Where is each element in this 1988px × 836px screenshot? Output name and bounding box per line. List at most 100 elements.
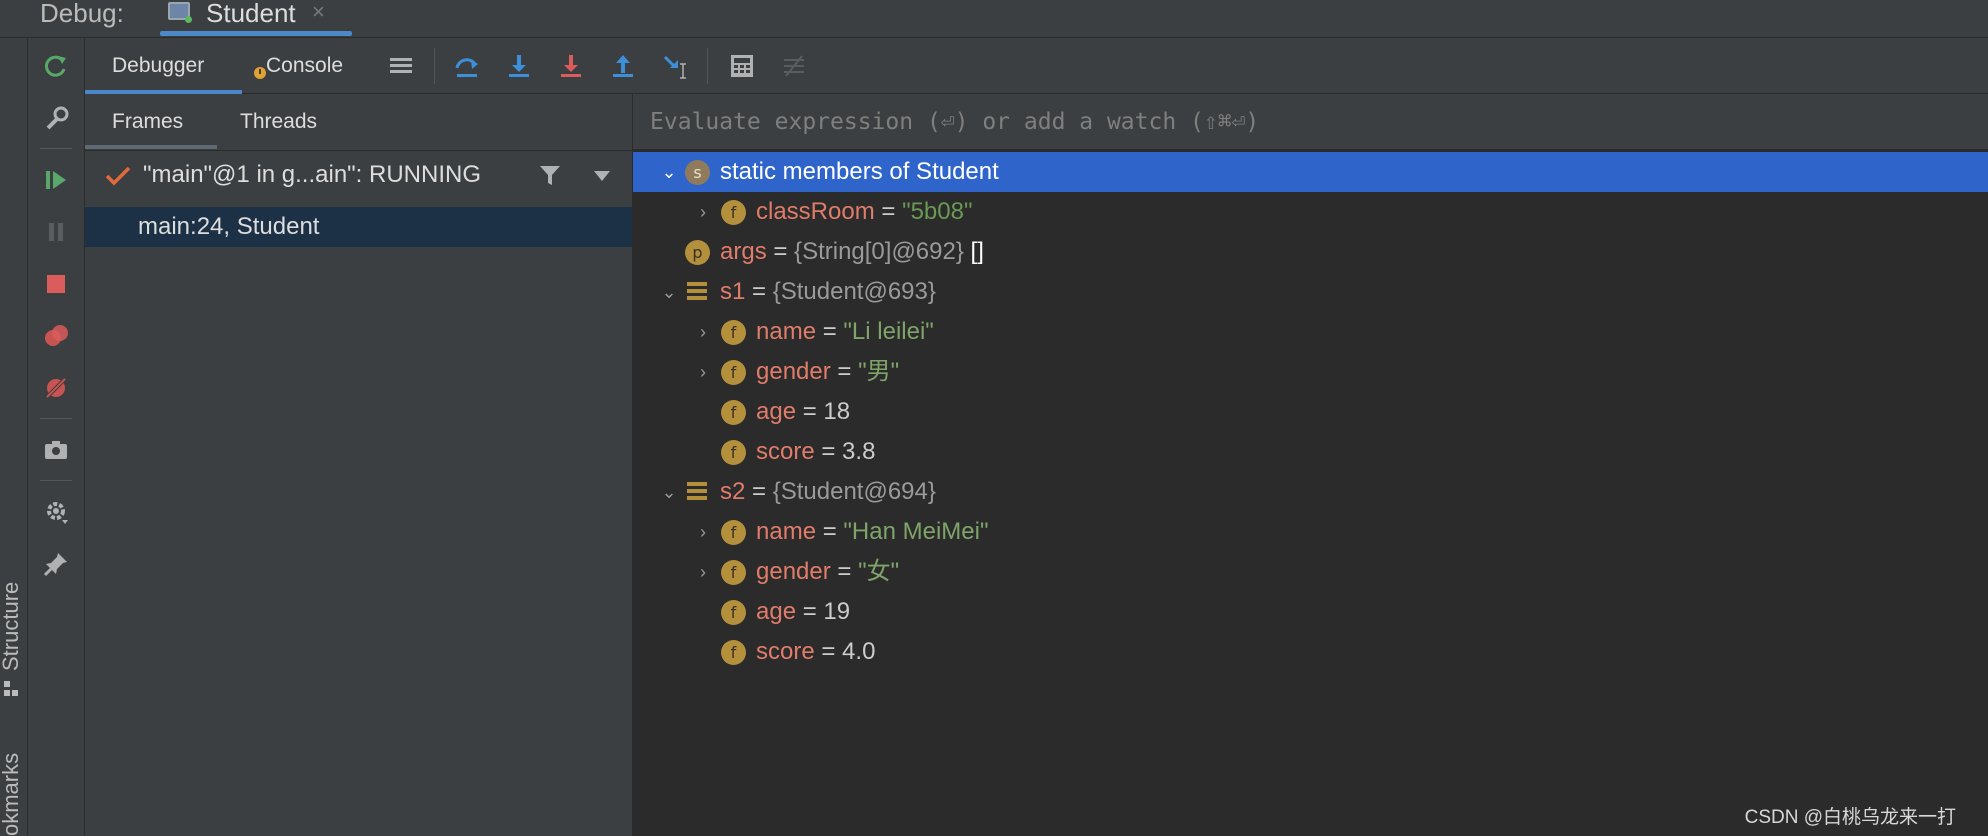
equals-sign: = (816, 518, 844, 545)
tree-row-s1-gender[interactable]: › f gender = "男" (633, 352, 1988, 392)
stop-icon[interactable] (42, 270, 70, 298)
chevron-right-icon[interactable]: › (691, 512, 715, 552)
evaluate-expression-icon[interactable] (728, 52, 756, 80)
variable-name: s2 (720, 478, 746, 505)
field-icon: f (721, 440, 746, 465)
stack-frame-row[interactable]: main:24, Student (85, 207, 632, 247)
equals-sign: = (830, 558, 859, 585)
equals-sign: = (796, 598, 824, 625)
separator (707, 48, 708, 84)
variable-name: age (756, 598, 797, 625)
variable-name: args (720, 238, 767, 265)
chevron-right-icon[interactable]: › (691, 552, 715, 592)
evaluate-expression-input[interactable] (633, 94, 1988, 150)
rerun-icon[interactable] (42, 52, 70, 80)
camera-icon[interactable] (42, 436, 70, 464)
equals-sign: = (745, 478, 773, 505)
variable-value: "Han MeiMei" (843, 518, 989, 545)
debug-tool-window-header: Debug: Student × (0, 0, 1988, 38)
pin-icon[interactable] (42, 550, 70, 578)
mute-breakpoints-icon[interactable] (42, 374, 70, 402)
field-icon: f (721, 600, 746, 625)
gear-icon[interactable] (42, 498, 70, 526)
variable-value: "5b08" (902, 198, 973, 225)
local-variable-icon (687, 282, 707, 302)
tree-row-s2[interactable]: ⌄ s2 = {Student@694} (633, 472, 1988, 512)
stack-frame-label: main:24, Student (138, 213, 320, 240)
field-icon: f (721, 320, 746, 345)
structure-tool-tab[interactable]: Structure (0, 582, 24, 671)
chevron-down-icon[interactable]: ⌄ (657, 152, 681, 192)
tree-row-s2-score[interactable]: f score = 4.0 (633, 632, 1988, 672)
filter-icon[interactable] (538, 163, 562, 187)
variable-name: name (756, 518, 817, 545)
variable-value: [] (963, 238, 984, 265)
variable-name: gender (756, 358, 831, 385)
equals-sign: = (814, 638, 843, 665)
tree-row-s2-gender[interactable]: › f gender = "女" (633, 552, 1988, 592)
tree-row-s1-age[interactable]: f age = 18 (633, 392, 1988, 432)
chevron-right-icon[interactable]: › (691, 312, 715, 352)
step-out-icon[interactable] (609, 52, 637, 80)
tree-row-s1-score[interactable]: f score = 3.8 (633, 432, 1988, 472)
chevron-down-icon[interactable]: ⌄ (657, 272, 681, 312)
watermark: CSDN @白桃乌龙来一打 (1744, 807, 1956, 828)
close-icon[interactable]: × (312, 0, 325, 24)
tree-row-args[interactable]: p args = {String[0]@692} [] (633, 232, 1988, 272)
thread-selector[interactable]: "main"@1 in g...ain": RUNNING (85, 150, 632, 199)
chevron-down-icon[interactable]: ⌄ (657, 472, 681, 512)
run-config-tab-label: Student (206, 0, 296, 28)
separator (434, 48, 435, 84)
field-icon: f (721, 520, 746, 545)
equals-sign: = (874, 198, 903, 225)
equals-sign: = (814, 438, 843, 465)
bookmarks-tool-tab[interactable]: okmarks (0, 753, 24, 836)
step-into-icon[interactable] (505, 52, 533, 80)
tree-row-classroom[interactable]: › f classRoom = "5b08" (633, 192, 1988, 232)
frames-panel: Frames Threads "main"@1 in g...ain": RUN… (85, 94, 633, 836)
pause-icon[interactable] (42, 218, 70, 246)
chevron-right-icon[interactable]: › (691, 352, 715, 392)
separator (40, 480, 72, 481)
variables-panel: ⌄ s static members of Student › f classR… (633, 94, 1988, 836)
equals-sign: = (816, 318, 844, 345)
layout-menu-icon[interactable] (387, 52, 415, 80)
wrench-icon[interactable] (42, 104, 70, 132)
local-variable-icon (687, 482, 707, 502)
variable-value: "男" (858, 358, 900, 385)
variable-name: score (756, 638, 815, 665)
tree-row-s2-name[interactable]: › f name = "Han MeiMei" (633, 512, 1988, 552)
tab-threads[interactable]: Threads (240, 94, 317, 149)
variable-value: 19 (823, 598, 851, 625)
tab-debugger[interactable]: Debugger (112, 38, 204, 93)
trace-current-stream-icon[interactable] (780, 52, 808, 80)
run-to-cursor-icon[interactable] (661, 52, 689, 80)
force-step-into-icon[interactable] (557, 52, 585, 80)
chevron-right-icon[interactable]: › (691, 192, 715, 232)
console-warning-icon (254, 67, 266, 79)
variable-name: s1 (720, 278, 746, 305)
static-members-label: static members of Student (720, 158, 999, 185)
step-over-icon[interactable] (453, 52, 481, 80)
side-tool-strip: Structure okmarks (0, 38, 28, 836)
tree-row-s1-name[interactable]: › f name = "Li leilei" (633, 312, 1988, 352)
tree-row-static-members[interactable]: ⌄ s static members of Student (633, 152, 1988, 192)
tab-console[interactable]: Console (266, 38, 343, 93)
debugger-toolbar: Debugger Console (85, 38, 1988, 94)
structure-icon (4, 681, 18, 696)
variable-value: 3.8 (842, 438, 876, 465)
variable-value: "女" (858, 558, 900, 585)
tree-row-s1[interactable]: ⌄ s1 = {Student@693} (633, 272, 1988, 312)
tab-frames[interactable]: Frames (112, 94, 183, 149)
view-breakpoints-icon[interactable] (42, 322, 70, 350)
variable-reference: {Student@693} (772, 278, 936, 305)
variable-value: 4.0 (842, 638, 876, 665)
variable-reference: {Student@694} (772, 478, 936, 505)
variable-name: name (756, 318, 817, 345)
checkmark-icon (105, 166, 131, 186)
resume-icon[interactable] (42, 166, 70, 194)
field-icon: f (721, 400, 746, 425)
tree-row-s2-age[interactable]: f age = 19 (633, 592, 1988, 632)
chevron-down-icon[interactable] (593, 170, 611, 182)
field-icon: f (721, 640, 746, 665)
